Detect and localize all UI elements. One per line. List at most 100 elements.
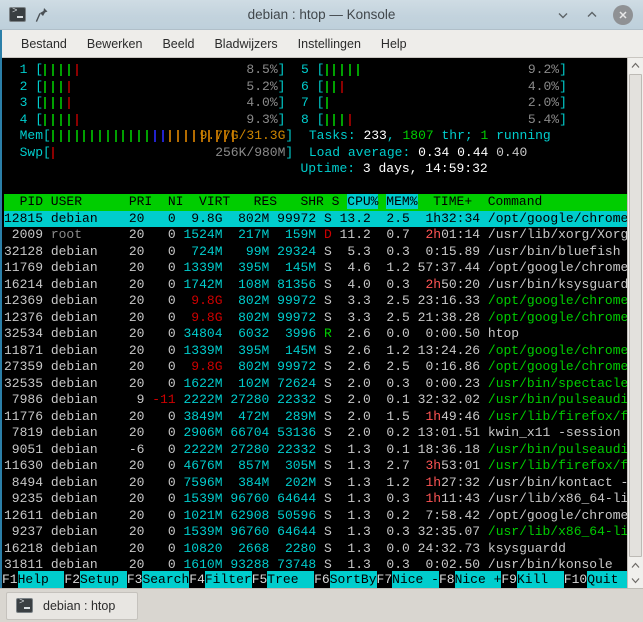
fnkey-f3[interactable]: F3 bbox=[126, 571, 143, 588]
fnlabel-setup[interactable]: Setup bbox=[80, 571, 127, 588]
fnlabel-filter[interactable]: Filter bbox=[204, 571, 252, 588]
process-cpu: 1.3 bbox=[339, 474, 371, 490]
meter-value: 9.77G/31.3G bbox=[199, 128, 286, 143]
process-ni: 0 bbox=[152, 557, 176, 571]
process-row[interactable]: 12815 debian 20 0 9.8G 802M 99972 S 13.2… bbox=[4, 210, 627, 227]
process-table-header[interactable]: PID USER PRI NI VIRT RES SHR S CPU% MEM%… bbox=[4, 194, 627, 211]
process-row[interactable]: 9051 debian -6 0 2222M 27280 22332 S 1.3… bbox=[4, 442, 627, 459]
fnlabel-quit[interactable]: Quit bbox=[587, 571, 619, 588]
fnkey-f5[interactable]: F5 bbox=[251, 571, 268, 588]
process-row[interactable]: 7986 debian 9 -11 2222M 27280 22332 S 2.… bbox=[4, 392, 627, 409]
fnlabel-help[interactable]: Help bbox=[17, 571, 65, 588]
process-row[interactable]: 32535 debian 20 0 1622M 102M 72624 S 2.0… bbox=[4, 376, 627, 393]
process-shr: 99972 bbox=[277, 359, 317, 374]
process-pid: 7819 bbox=[4, 425, 44, 440]
process-row[interactable]: 12376 debian 20 0 9.8G 802M 99972 S 3.3 … bbox=[4, 310, 627, 327]
process-row[interactable]: 16214 debian 20 0 1742M 108M 81356 S 4.0… bbox=[4, 277, 627, 294]
process-mem: 0.3 bbox=[378, 375, 410, 391]
menu-item-bestand[interactable]: Bestand bbox=[11, 34, 77, 54]
process-pri: 20 bbox=[121, 540, 145, 556]
process-row[interactable]: 11871 debian 20 0 1339M 395M 145M S 2.6 … bbox=[4, 343, 627, 360]
process-command: /opt/google/chrome/chrome bbox=[487, 293, 627, 308]
scrollbar-track[interactable] bbox=[628, 73, 643, 558]
fnkey-f4[interactable]: F4 bbox=[189, 571, 205, 588]
process-row[interactable]: 32128 debian 20 0 724M 99M 29324 S 5.3 0… bbox=[4, 244, 627, 261]
process-row[interactable]: 32534 debian 20 0 34804 6032 3996 R 2.6 … bbox=[4, 326, 627, 343]
close-icon[interactable] bbox=[613, 4, 633, 25]
menu-item-bladwijzers[interactable]: Bladwijzers bbox=[204, 34, 287, 54]
fnlabel-tree[interactable]: Tree bbox=[267, 571, 315, 588]
process-command: /opt/google/chrome/chrome bbox=[487, 342, 627, 358]
fnkey-f8[interactable]: F8 bbox=[438, 571, 455, 588]
pin-icon[interactable] bbox=[35, 7, 49, 23]
scroll-up-icon[interactable] bbox=[628, 58, 643, 73]
process-res: 27280 bbox=[230, 392, 270, 407]
fnkey-f2[interactable]: F2 bbox=[64, 571, 81, 588]
fnlabel-nice-[interactable]: Nice + bbox=[454, 571, 502, 588]
scroll-down-icon-upper[interactable] bbox=[628, 558, 643, 573]
menu-item-beeld[interactable]: Beeld bbox=[152, 34, 204, 54]
process-row[interactable]: 12611 debian 20 0 1021M 62908 50596 S 1.… bbox=[4, 508, 627, 525]
fnlabel-kill[interactable]: Kill bbox=[516, 571, 564, 588]
process-row[interactable]: 2009 root 20 0 1524M 217M 159M D 11.2 0.… bbox=[4, 227, 627, 244]
process-row[interactable]: 27359 debian 20 0 9.8G 802M 99972 S 2.6 … bbox=[4, 359, 627, 376]
process-row[interactable]: 7819 debian 20 0 2906M 66704 53136 S 2.0… bbox=[4, 425, 627, 442]
menu-item-help[interactable]: Help bbox=[371, 34, 417, 54]
process-row[interactable]: 11630 debian 20 0 4676M 857M 305M S 1.3 … bbox=[4, 458, 627, 475]
process-row[interactable]: 11769 debian 20 0 1339M 395M 145M S 4.6 … bbox=[4, 260, 627, 277]
process-res: 395M bbox=[230, 260, 270, 275]
process-shr: 305M bbox=[277, 458, 317, 473]
process-shr: 145M bbox=[277, 342, 317, 358]
column-header-cpu[interactable]: CPU% bbox=[347, 194, 379, 209]
load-average-label: Load average: bbox=[308, 144, 419, 160]
fnkey-f1[interactable]: F1 bbox=[2, 571, 18, 588]
process-row[interactable]: 11776 debian 20 0 3849M 472M 289M S 2.0 … bbox=[4, 409, 627, 426]
fnlabel-search[interactable]: Search bbox=[142, 571, 190, 588]
process-row[interactable]: 8494 debian 20 0 7596M 384M 202M S 1.3 1… bbox=[4, 475, 627, 492]
process-cpu: 2.0 bbox=[339, 408, 371, 424]
process-virt: 10820 bbox=[183, 540, 223, 556]
process-row[interactable]: 9237 debian 20 0 1539M 96760 64644 S 1.3… bbox=[4, 524, 627, 541]
process-user: debian bbox=[50, 293, 122, 308]
column-header-mem[interactable]: MEM% bbox=[386, 194, 418, 209]
fnkey-f9[interactable]: F9 bbox=[501, 571, 517, 588]
process-ni: -11 bbox=[152, 392, 176, 407]
screen: debian : htop — Konsole Bestand Bewerken… bbox=[0, 0, 643, 622]
process-state: S bbox=[323, 425, 332, 440]
process-row[interactable]: 16218 debian 20 0 10820 2668 2280 S 1.3 … bbox=[4, 541, 627, 558]
taskbar-item-konsole[interactable]: debian : htop bbox=[6, 591, 138, 620]
htop-output[interactable]: 1 [ 8.5%] 5 [ 9.2%] 2 [ 5.2%] 6 [ 4.0%] … bbox=[0, 58, 627, 571]
process-row[interactable]: 12369 debian 20 0 9.8G 802M 99972 S 3.3 … bbox=[4, 293, 627, 310]
fnkey-f7[interactable]: F7 bbox=[376, 571, 393, 588]
process-res: 395M bbox=[230, 342, 270, 358]
chevron-down-icon[interactable] bbox=[555, 7, 571, 23]
process-row[interactable]: 31811 debian 20 0 1610M 93288 73748 S 1.… bbox=[4, 557, 627, 571]
process-user: debian bbox=[50, 474, 122, 490]
fnkey-f6[interactable]: F6 bbox=[314, 571, 330, 588]
chevron-up-icon[interactable] bbox=[584, 7, 600, 23]
process-row[interactable]: 9235 debian 20 0 1539M 96760 64644 S 1.3… bbox=[4, 491, 627, 508]
process-pid: 27359 bbox=[4, 359, 44, 374]
process-mem: 0.0 bbox=[378, 326, 410, 341]
process-shr: 3996 bbox=[277, 326, 317, 341]
menu-item-instellingen[interactable]: Instellingen bbox=[288, 34, 371, 54]
terminal-scrollbar[interactable] bbox=[627, 58, 643, 588]
process-user: debian bbox=[50, 507, 122, 523]
process-command: /opt/google/chrome/chrome bbox=[487, 260, 627, 275]
process-cpu: 1.3 bbox=[339, 458, 371, 473]
process-ni: 0 bbox=[152, 507, 176, 523]
meter-label: 8 bbox=[301, 111, 317, 127]
cpu-meter-row: 1 [ 8.5%] 5 [ 9.2%] bbox=[19, 62, 567, 77]
fnlabel-sortby[interactable]: SortBy bbox=[329, 571, 377, 588]
menu-item-bewerken[interactable]: Bewerken bbox=[77, 34, 153, 54]
terminal-area: 1 [ 8.5%] 5 [ 9.2%] 2 [ 5.2%] 6 [ 4.0%] … bbox=[0, 58, 643, 588]
scroll-down-icon[interactable] bbox=[628, 573, 643, 588]
fnkey-f10[interactable]: F10 bbox=[563, 571, 588, 588]
fnlabel-nice-[interactable]: Nice - bbox=[392, 571, 439, 588]
scrollbar-thumb[interactable] bbox=[629, 74, 642, 557]
column-headers-left: PID USER PRI NI VIRT RES SHR S bbox=[4, 194, 348, 209]
tasks-count: 233 bbox=[363, 128, 387, 143]
process-state: S bbox=[323, 210, 332, 226]
process-res: 472M bbox=[230, 408, 270, 424]
process-ni: 0 bbox=[152, 491, 176, 506]
